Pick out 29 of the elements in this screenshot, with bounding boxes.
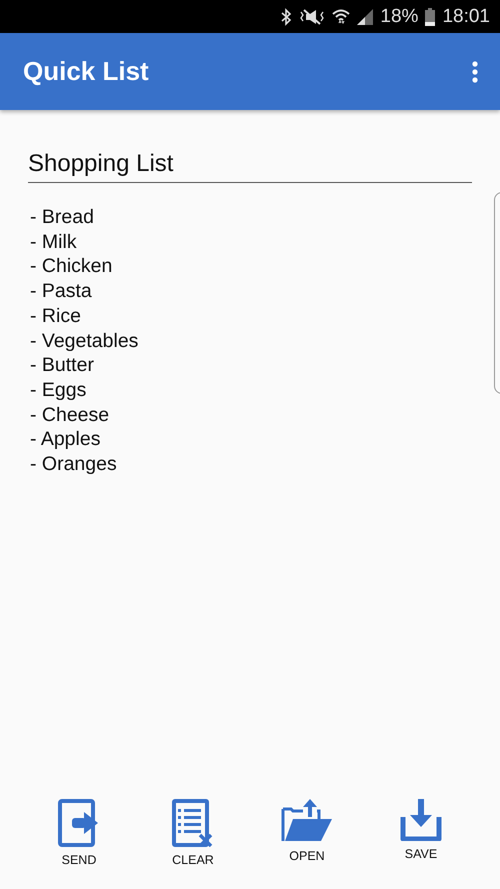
list-item-text: - Eggs (29, 378, 88, 403)
list-item-text: - Milk (29, 230, 78, 254)
download-icon (400, 799, 442, 841)
list-item-text: - Butter (29, 353, 95, 378)
send-icon (58, 799, 100, 847)
save-button[interactable]: SAVE (392, 795, 450, 865)
list-item-text: - Oranges (29, 452, 118, 477)
muted-vibrate-icon (299, 8, 326, 26)
bluetooth-icon (280, 8, 292, 26)
open-button[interactable]: OPEN (273, 795, 341, 867)
app-title: Quick List (23, 56, 149, 87)
list-item-text: - Chicken (29, 254, 114, 280)
battery-icon (425, 8, 436, 26)
folder-upload-icon (281, 799, 333, 843)
list-item-text: - Cheese (29, 402, 110, 428)
clear-button[interactable]: CLEAR (164, 795, 222, 871)
battery-percent: 18% (380, 6, 418, 28)
list-item-text: - Apples (29, 427, 102, 452)
send-button[interactable]: SEND (50, 795, 108, 871)
wifi-icon (332, 8, 350, 26)
list-title-field[interactable]: Shopping List (28, 150, 472, 183)
list-item-text: - Bread (29, 205, 95, 230)
clock-time: 18:01 (442, 6, 490, 28)
signal-icon (357, 8, 374, 24)
list-item-text: - Rice (29, 304, 82, 329)
clear-list-icon (172, 799, 214, 847)
list-item-text: - Pasta (29, 279, 93, 304)
more-options-icon[interactable] (472, 60, 478, 82)
list-item-text: - Vegetables (29, 328, 140, 354)
